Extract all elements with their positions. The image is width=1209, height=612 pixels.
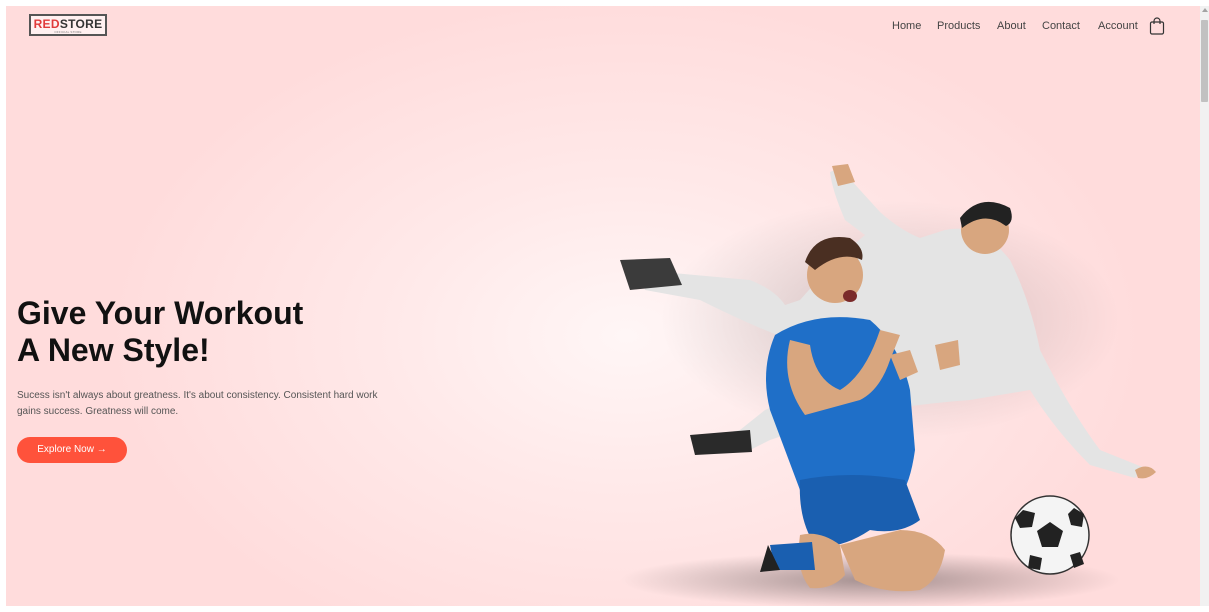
logo-dark-text: STORE [59,17,103,31]
scrollbar-thumb[interactable] [1201,20,1208,102]
logo-tagline: OFFICIAL STORE [54,30,82,34]
hero-description: Sucess isn't always about greatness. It'… [17,390,378,417]
logo-red-text: RED [33,17,60,31]
explore-now-button[interactable]: Explore Now → [17,437,127,463]
nav-item-about[interactable]: About [997,20,1026,32]
nav-item-contact[interactable]: Contact [1042,20,1080,32]
nav-item-account[interactable]: Account [1098,20,1138,32]
scroll-up-arrow-icon[interactable] [1202,8,1208,12]
hero-title: Give Your Workout A New Style! [17,295,303,369]
nav-item-products[interactable]: Products [937,20,980,32]
nav-item-home[interactable]: Home [892,20,921,32]
hero-title-line-1: Give Your Workout [17,295,304,331]
hero-title-line-2: A New Style! [17,332,210,368]
logo-wordmark: REDSTORE [31,17,105,31]
shopping-bag-icon[interactable] [1149,17,1165,35]
football-players-image [620,164,1156,606]
redstore-logo[interactable]: REDSTORE OFFICIAL STORE [29,14,107,36]
